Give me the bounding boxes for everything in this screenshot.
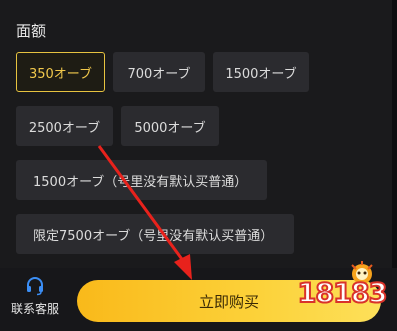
recharge-panel: 面额 350オーブ 700オーブ 1500オーブ 2500オーブ 5000オーブ… — [0, 0, 397, 331]
option-5000-orbs[interactable]: 5000オーブ — [121, 106, 219, 146]
option-2500-orbs[interactable]: 2500オーブ — [16, 106, 113, 146]
contact-service-label: 联系客服 — [10, 302, 59, 316]
option-700-orbs[interactable]: 700オーブ — [113, 52, 205, 92]
option-350-orbs[interactable]: 350オーブ — [16, 52, 105, 92]
watermark-text: 18183 — [297, 277, 389, 310]
headset-icon — [25, 276, 45, 300]
denomination-title: 面额 — [16, 22, 47, 40]
option-1500-orbs[interactable]: 1500オーブ — [213, 52, 309, 92]
contact-service-button[interactable]: 联系客服 — [6, 276, 64, 326]
option-1500-orbs-default[interactable]: 1500オーブ（号里没有默认买普通） — [16, 160, 267, 200]
option-limited-7500-orbs[interactable]: 限定7500オーブ（号里没有默认买普通） — [16, 214, 294, 254]
